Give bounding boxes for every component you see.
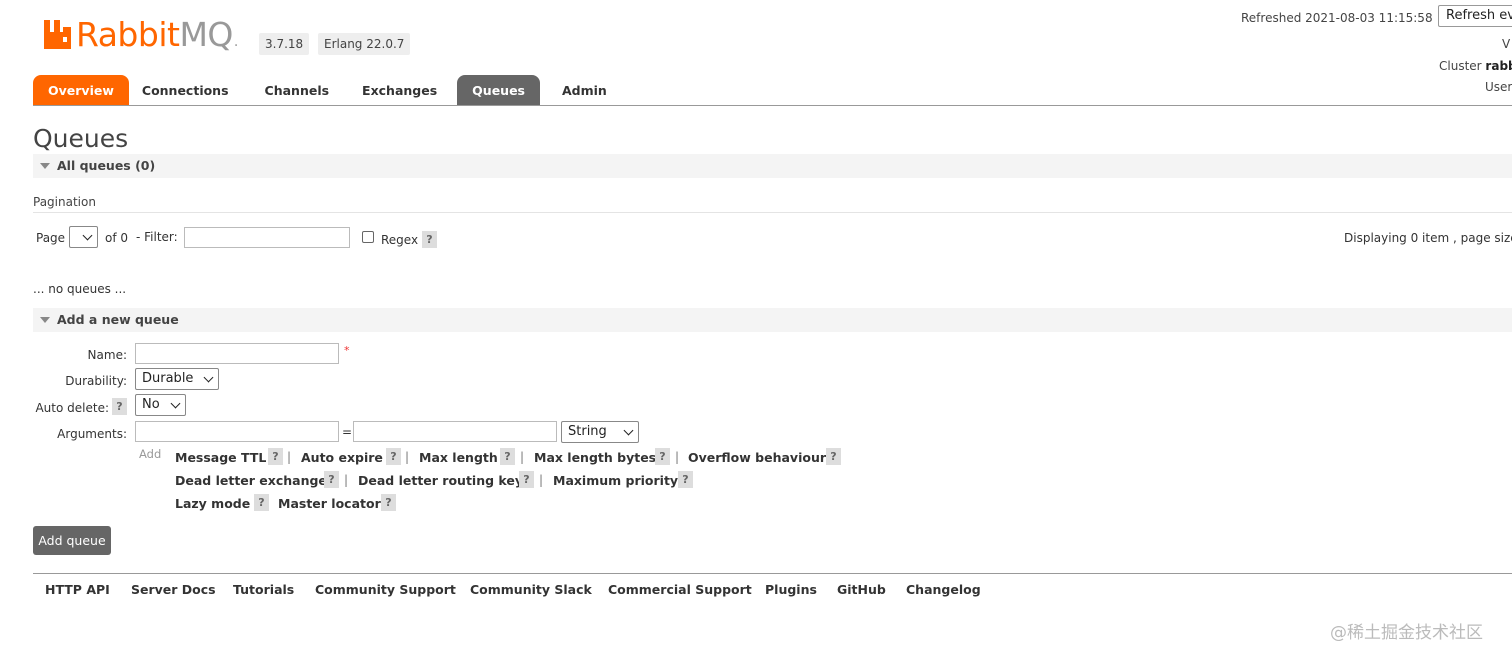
argument-type-value: String	[568, 424, 607, 439]
durability-select[interactable]: Durable	[135, 368, 219, 390]
arg-dead-letter-routing-key[interactable]: Dead letter routing key	[358, 473, 523, 488]
chevron-down-icon	[82, 230, 93, 241]
rabbitmq-logo-icon	[43, 18, 73, 50]
arg-auto-expire[interactable]: Auto expire	[301, 450, 383, 465]
argument-key-input[interactable]	[135, 421, 339, 442]
footer-divider	[33, 573, 1512, 574]
footer-link-github[interactable]: GitHub	[837, 582, 886, 597]
page-count-label: of 0	[105, 231, 129, 245]
arguments-label: Arguments:	[57, 427, 127, 441]
tab-channels[interactable]: Channels	[250, 75, 342, 106]
pagination-heading: Pagination	[33, 195, 96, 209]
argument-value-input[interactable]	[353, 421, 557, 442]
rabbitmq-logo[interactable]: RabbitMQ .	[43, 14, 238, 54]
required-mark: *	[344, 344, 350, 357]
dead-letter-exchange-help-icon[interactable]: ?	[324, 471, 339, 488]
auto-delete-label: Auto delete:	[35, 401, 109, 415]
maximum-priority-help-icon[interactable]: ?	[678, 471, 693, 488]
add-argument-label: Add	[139, 447, 162, 461]
tab-overview[interactable]: Overview	[33, 75, 129, 106]
master-locator-help-icon[interactable]: ?	[381, 494, 396, 511]
argument-type-select[interactable]: String	[561, 421, 639, 443]
page-select[interactable]	[69, 226, 98, 248]
regex-help-icon[interactable]: ?	[422, 231, 437, 248]
refresh-interval-select[interactable]: Refresh eve	[1438, 5, 1512, 27]
chevron-down-icon	[623, 425, 634, 436]
separator: |	[405, 450, 410, 464]
footer-link-tutorials[interactable]: Tutorials	[233, 582, 294, 597]
tab-queues[interactable]: Queues	[457, 75, 540, 106]
overflow-behaviour-help-icon[interactable]: ?	[826, 448, 841, 465]
cluster-name: rabb	[1485, 59, 1512, 73]
max-length-help-icon[interactable]: ?	[500, 448, 515, 465]
cluster-info: Cluster rabb	[1439, 59, 1512, 73]
separator: |	[344, 473, 349, 487]
no-queues-message: ... no queues ...	[33, 282, 127, 296]
tab-admin[interactable]: Admin	[546, 75, 619, 106]
logo-wordmark: RabbitMQ	[76, 14, 233, 54]
separator: |	[287, 450, 292, 464]
footer-link-plugins[interactable]: Plugins	[765, 582, 817, 597]
tab-divider	[33, 105, 1512, 106]
add-queue-button[interactable]: Add queue	[33, 526, 111, 555]
separator: |	[520, 450, 525, 464]
add-queue-section-toggle[interactable]: Add a new queue	[33, 308, 1512, 332]
auto-expire-help-icon[interactable]: ?	[386, 448, 401, 465]
lazy-mode-help-icon[interactable]: ?	[254, 494, 269, 511]
queue-name-input[interactable]	[135, 343, 339, 364]
footer-link-http-api[interactable]: HTTP API	[45, 582, 110, 597]
dead-letter-routing-key-help-icon[interactable]: ?	[519, 471, 534, 488]
logo-dot: .	[233, 34, 239, 50]
auto-delete-select[interactable]: No	[135, 394, 186, 416]
arg-overflow-behaviour[interactable]: Overflow behaviour	[688, 450, 826, 465]
arg-maximum-priority[interactable]: Maximum priority	[553, 473, 678, 488]
watermark: @稀土掘金技术社区	[1330, 623, 1483, 643]
arg-max-length[interactable]: Max length	[419, 450, 498, 465]
pagination-divider	[33, 212, 1512, 213]
footer-link-community-support[interactable]: Community Support	[315, 582, 456, 597]
refreshed-timestamp: Refreshed 2021-08-03 11:15:58	[1241, 11, 1433, 25]
user-label: User	[1485, 80, 1512, 94]
virtual-host-label: V	[1502, 37, 1511, 51]
displaying-info: Displaying 0 item , page size	[1344, 231, 1512, 245]
separator: |	[675, 450, 680, 464]
page-label: Page	[36, 231, 66, 245]
cluster-label: Cluster	[1439, 59, 1482, 73]
footer-link-commercial-support[interactable]: Commercial Support	[608, 582, 752, 597]
footer-link-changelog[interactable]: Changelog	[906, 582, 981, 597]
message-ttl-help-icon[interactable]: ?	[268, 448, 283, 465]
arg-message-ttl[interactable]: Message TTL	[175, 450, 266, 465]
page-title: Queues	[33, 124, 129, 153]
auto-delete-help-icon[interactable]: ?	[112, 398, 127, 415]
regex-checkbox[interactable]	[362, 231, 374, 243]
all-queues-heading: All queues (0)	[57, 158, 156, 173]
footer-link-community-slack[interactable]: Community Slack	[470, 582, 592, 597]
collapse-triangle-icon	[40, 317, 50, 323]
arg-dead-letter-exchange[interactable]: Dead letter exchange	[175, 473, 327, 488]
auto-delete-value: No	[142, 397, 160, 412]
main-nav-tabs: Overview Connections Channels Exchanges …	[33, 74, 625, 106]
tab-exchanges[interactable]: Exchanges	[347, 75, 451, 106]
add-queue-heading: Add a new queue	[57, 312, 179, 327]
separator: |	[539, 473, 544, 487]
version-badge: 3.7.18	[259, 33, 310, 55]
all-queues-section-toggle[interactable]: All queues (0)	[33, 154, 1512, 178]
footer-link-server-docs[interactable]: Server Docs	[131, 582, 216, 597]
filter-label: - Filter:	[136, 230, 178, 244]
max-length-bytes-help-icon[interactable]: ?	[655, 448, 670, 465]
durability-label: Durability:	[65, 374, 127, 388]
name-label: Name:	[87, 348, 127, 362]
collapse-triangle-icon	[40, 163, 50, 169]
filter-input[interactable]	[184, 227, 350, 248]
arg-master-locator[interactable]: Master locator	[278, 496, 381, 511]
erlang-version-badge: Erlang 22.0.7	[318, 33, 411, 55]
regex-label: Regex	[381, 233, 419, 247]
durability-value: Durable	[142, 371, 194, 386]
tab-connections[interactable]: Connections	[135, 75, 244, 106]
chevron-down-icon	[170, 398, 181, 409]
equals-sign: =	[342, 425, 353, 439]
chevron-down-icon	[203, 372, 214, 383]
arg-lazy-mode[interactable]: Lazy mode	[175, 496, 250, 511]
arg-max-length-bytes[interactable]: Max length bytes	[534, 450, 656, 465]
